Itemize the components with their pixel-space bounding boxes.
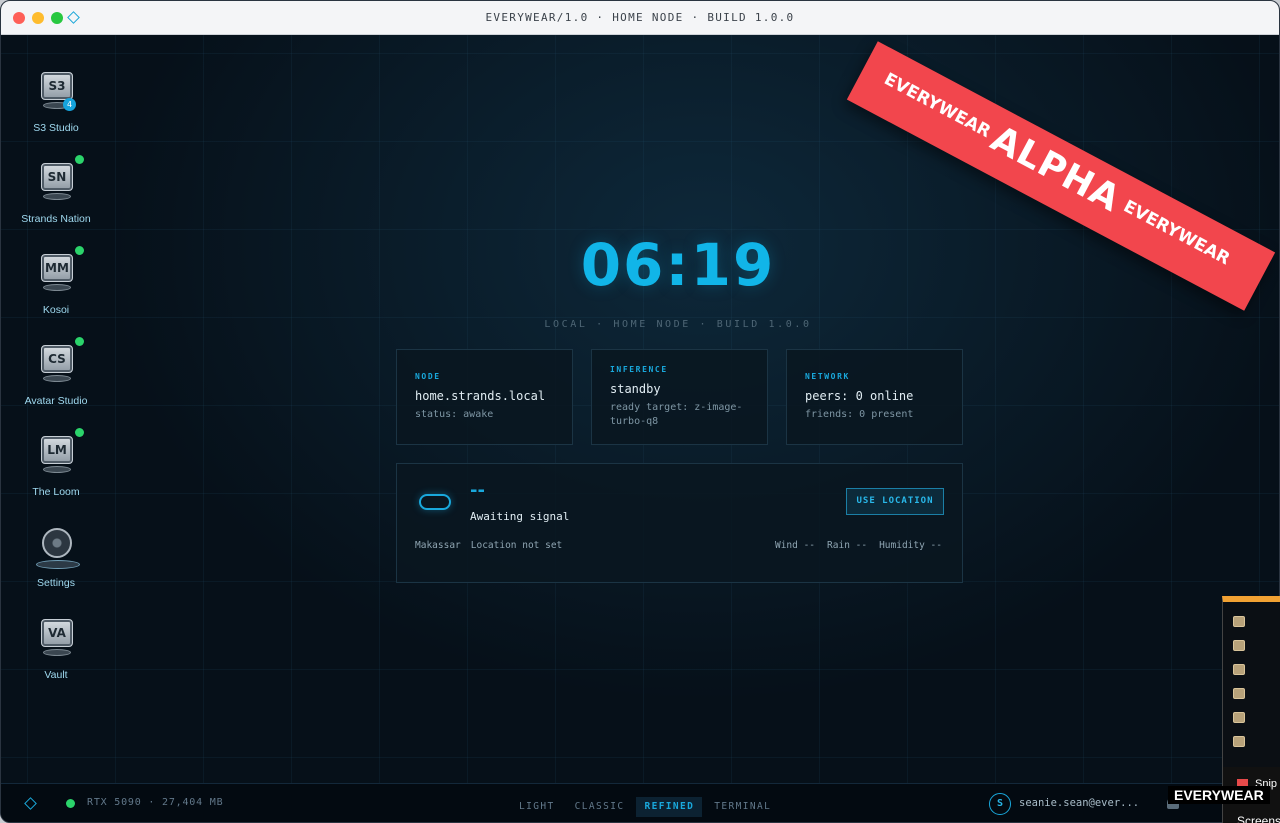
- diamond-menu-icon[interactable]: [24, 797, 37, 810]
- dock-item-s3-studio[interactable]: S3 4 S3 Studio: [11, 70, 101, 156]
- everywear-overlay-label: EVERYWEAR: [1168, 786, 1270, 804]
- desktop-area: S3 4 S3 Studio SN Strands Nation MM Koso…: [1, 35, 1279, 783]
- dock-item-vault[interactable]: VA Vault: [11, 617, 101, 703]
- card-value: peers: 0 online: [805, 389, 914, 403]
- humidity-metric: Humidity --: [879, 540, 942, 551]
- theme-light[interactable]: LIGHT: [511, 797, 563, 817]
- monitor-icon: LM: [40, 434, 74, 478]
- online-status-dot: [75, 337, 84, 346]
- card-sub: status: awake: [415, 409, 494, 420]
- wind-metric: Wind --: [774, 540, 816, 551]
- card-sub: friends: 0 present: [805, 409, 914, 420]
- card-value: home.strands.local: [415, 389, 546, 403]
- card-value: standby: [610, 382, 661, 396]
- gpu-status-dot: [66, 799, 75, 808]
- bottom-status-bar: RTX 5090 · 27,404 MB LIGHT CLASSIC REFINED…: [1, 783, 1279, 822]
- clock-subline: LOCAL · HOME NODE · BUILD 1.0.0: [544, 319, 812, 330]
- banner-text-left: EVERYWEAR: [880, 69, 994, 143]
- dock-label: Kosoi: [42, 304, 70, 316]
- title-bar: EVERYWEAR/1.0 · HOME NODE · BUILD 1.0.0: [1, 1, 1279, 35]
- dock-label: S3 Studio: [33, 122, 79, 134]
- screens-label[interactable]: Screens: [1237, 814, 1280, 823]
- card-label: NODE: [415, 372, 441, 381]
- theme-classic[interactable]: CLASSIC: [567, 797, 633, 817]
- notification-badge: 4: [63, 98, 76, 111]
- online-status-dot: [75, 428, 84, 437]
- thumb-app-icon: [1233, 664, 1245, 675]
- monitor-icon: SN: [40, 161, 74, 205]
- dock-item-settings[interactable]: Settings: [11, 525, 101, 611]
- rain-metric: Rain --: [827, 540, 868, 551]
- weather-temperature: --: [470, 480, 485, 501]
- app-window: EVERYWEAR/1.0 · HOME NODE · BUILD 1.0.0 …: [0, 0, 1280, 823]
- card-label: INFERENCE: [610, 365, 668, 374]
- weather-city: Makassar: [415, 540, 461, 551]
- weather-panel: -- Awaiting signal USE LOCATION Makassar…: [396, 463, 963, 583]
- use-location-button[interactable]: USE LOCATION: [846, 488, 944, 515]
- theme-terminal[interactable]: TERMINAL: [706, 797, 779, 817]
- dock-label: Settings: [37, 577, 75, 589]
- location-status: Location not set: [470, 540, 563, 551]
- banner-text-center: ALPHA: [984, 118, 1128, 221]
- dock-item-avatar-studio[interactable]: CS Avatar Studio: [11, 337, 101, 429]
- network-card: NETWORK peers: 0 online friends: 0 prese…: [786, 349, 963, 445]
- clock-time: 06:19: [580, 231, 776, 299]
- app-abbr: CS: [48, 352, 66, 366]
- user-account[interactable]: seanie.sean@ever...: [1019, 797, 1139, 809]
- app-abbr: LM: [47, 443, 67, 457]
- window-title: EVERYWEAR/1.0 · HOME NODE · BUILD 1.0.0: [485, 11, 795, 24]
- thumb-app-icon: [1233, 712, 1245, 723]
- dock-item-the-loom[interactable]: LM The Loom: [11, 428, 101, 520]
- monitor-icon: VA: [40, 617, 74, 661]
- settings-gear-icon: [36, 528, 80, 569]
- online-status-dot: [75, 155, 84, 164]
- dock-label: Avatar Studio: [24, 395, 88, 407]
- card-label: NETWORK: [805, 372, 850, 381]
- theme-refined[interactable]: REFINED: [636, 797, 703, 817]
- thumb-app-icon: [1233, 640, 1245, 651]
- weather-metrics: Wind -- Rain -- Humidity --: [763, 540, 942, 551]
- theme-switcher: LIGHT CLASSIC REFINED TERMINAL: [511, 794, 783, 817]
- app-abbr: SN: [47, 170, 67, 184]
- weather-condition: Awaiting signal: [470, 510, 570, 523]
- app-abbr: VA: [48, 626, 66, 640]
- dock-label: Vault: [44, 669, 68, 681]
- weather-location: Makassar Location not set: [415, 540, 572, 551]
- card-sub: ready target: z-image-turbo-q8: [610, 402, 743, 427]
- weather-pill-icon: [419, 494, 451, 510]
- dock-label: The Loom: [32, 486, 80, 498]
- avatar[interactable]: S: [989, 793, 1011, 815]
- inference-card: INFERENCE standby ready target: z-image-…: [591, 349, 768, 445]
- app-abbr: S3: [48, 79, 66, 93]
- node-card: NODE home.strands.local status: awake: [396, 349, 573, 445]
- gpu-info: RTX 5090 · 27,404 MB: [87, 797, 224, 808]
- thumb-app-icon: [1233, 688, 1245, 699]
- thumb-app-icon: [1233, 736, 1245, 747]
- dock-label: Strands Nation: [21, 213, 91, 225]
- monitor-icon: CS: [40, 343, 74, 387]
- thumb-app-icon: [1233, 616, 1245, 627]
